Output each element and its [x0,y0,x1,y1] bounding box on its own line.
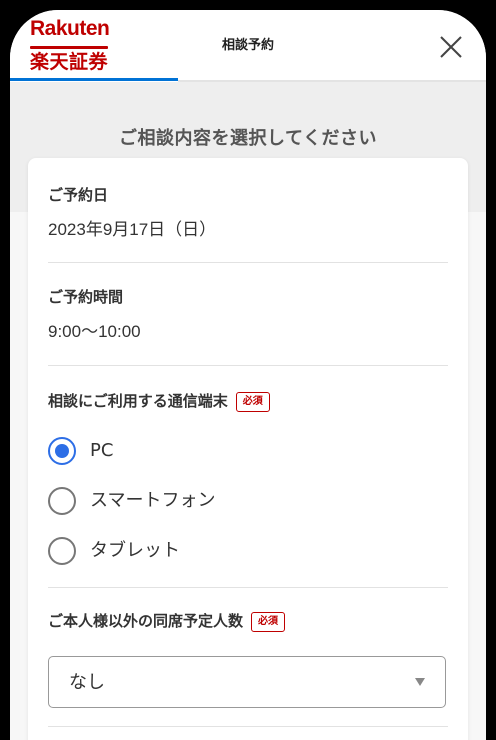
companions-label: ご本人様以外の同席予定人数 必須 [48,610,448,632]
divider [48,726,448,727]
divider [48,365,448,366]
app-screen: Rakuten 楽天証券 相談予約 ご相談内容を選択してください ご予約日 20 [10,10,486,740]
date-value: 2023年9月17日（日） [48,220,217,239]
companions-section: ご本人様以外の同席予定人数 必須 [48,610,448,632]
page-heading: ご相談内容を選択してください [119,128,377,149]
radio-label-smartphone: スマートフォン [90,490,216,511]
radio-label-tablet: タブレット [90,540,180,561]
close-icon [440,36,462,58]
radio-button-checked[interactable] [48,437,76,465]
radio-option-pc[interactable]: PC [48,436,348,466]
divider [48,262,448,263]
companions-select[interactable]: なし [48,656,446,708]
select-value: なし [69,672,105,693]
time-value: 9:00〜10:00 [48,322,141,341]
close-button[interactable] [436,32,466,62]
radio-label-pc: PC [90,440,114,461]
divider [48,587,448,588]
radio-option-smartphone[interactable]: スマートフォン [48,486,348,516]
radio-dot [55,444,69,458]
device-label: 相談にご利用する通信端末 必須 [48,390,448,412]
device-label-text: 相談にご利用する通信端末 [48,392,228,410]
date-label: ご予約日 [48,186,109,204]
header-title: 相談予約 [221,38,274,53]
time-label: ご予約時間 [48,288,124,306]
radio-button[interactable] [48,537,76,565]
progress-indicator [10,78,178,81]
radio-option-tablet[interactable]: タブレット [48,536,348,566]
app-header: Rakuten 楽天証券 相談予約 [10,10,486,82]
required-badge: 必須 [235,392,270,412]
radio-button[interactable] [48,487,76,515]
required-badge: 必須 [251,612,286,632]
reservation-time-section: ご予約時間 9:00〜10:00 [48,286,448,344]
dropdown-arrow-icon [415,678,425,686]
device-section: 相談にご利用する通信端末 必須 [48,390,448,412]
reservation-date-section: ご予約日 2023年9月17日（日） [48,184,448,242]
form-card: ご予約日 2023年9月17日（日） ご予約時間 9:00〜10:00 相談にご… [28,158,468,740]
companions-label-text: ご本人様以外の同席予定人数 [48,612,244,630]
phone-frame: Rakuten 楽天証券 相談予約 ご相談内容を選択してください ご予約日 20 [0,0,496,740]
